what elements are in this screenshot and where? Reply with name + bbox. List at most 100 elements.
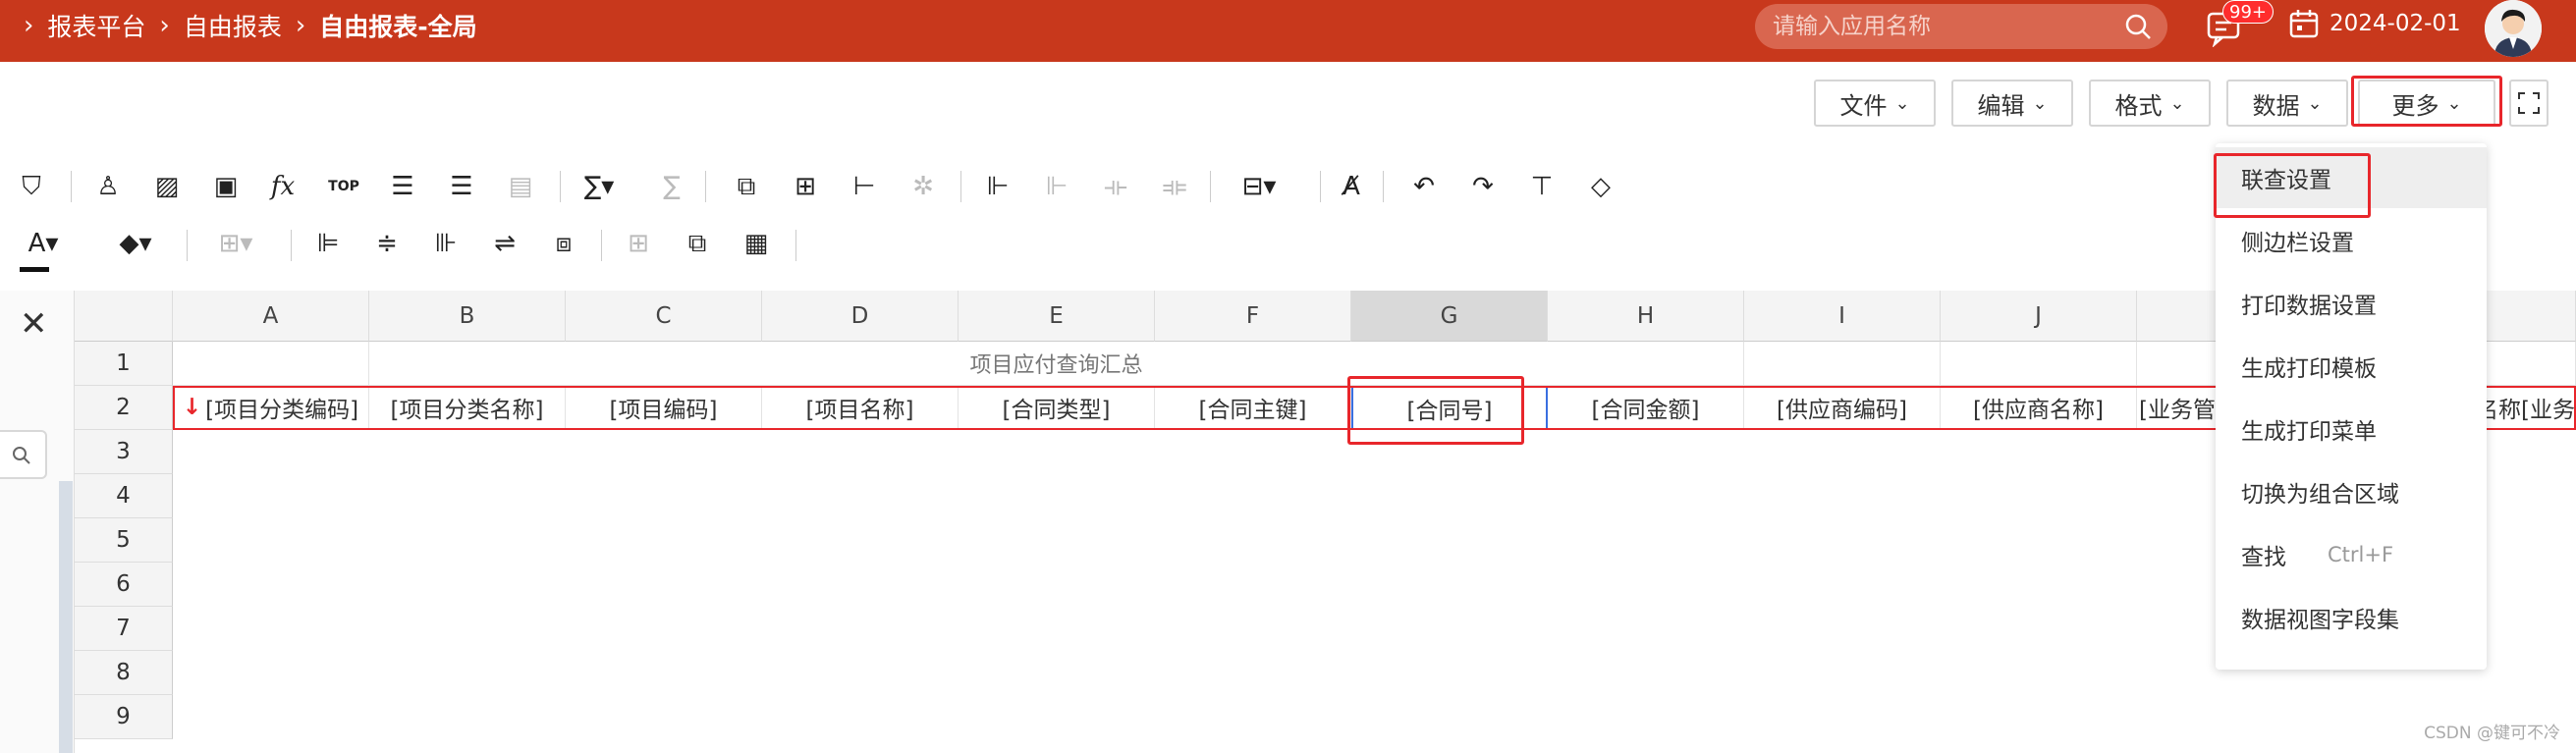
- wrap-text-icon[interactable]: ⇌: [485, 224, 524, 263]
- dropdown-item-print-data-settings[interactable]: 打印数据设置: [2216, 273, 2487, 334]
- row-header[interactable]: 1: [75, 342, 173, 386]
- align-left-icon[interactable]: ⊫: [308, 224, 348, 263]
- dropdown-item-generate-print-menu[interactable]: 生成打印菜单: [2216, 399, 2487, 459]
- column-header[interactable]: C: [566, 291, 762, 342]
- subtotal-icon[interactable]: ▤: [501, 167, 540, 206]
- dropdown-item-label: 生成打印菜单: [2241, 419, 2377, 445]
- group-rows-icon[interactable]: ☰: [383, 167, 422, 206]
- side-search-button[interactable]: [0, 430, 47, 479]
- toolbar-divider: [1383, 171, 1384, 202]
- unmerge-icon[interactable]: ⧉: [678, 224, 717, 263]
- dropdown-item-label: 切换为组合区域: [2241, 482, 2399, 508]
- copy-cell-icon[interactable]: ⧉: [727, 167, 766, 206]
- toolbar: ⛉ ♙ ▨ ▣ fx TOP ☰ ☰ ▤ ∑▾ ∑ ⧉ ⊞ ⊢ ✲ ⊩ ⊩ ⟛ …: [0, 159, 2576, 272]
- row-header[interactable]: 6: [75, 563, 173, 607]
- report-title-cell[interactable]: 项目应付查询汇总: [369, 342, 1744, 386]
- format-painter-icon[interactable]: ⊤: [1522, 167, 1562, 206]
- row-header[interactable]: 2: [75, 386, 173, 430]
- column-header[interactable]: I: [1744, 291, 1941, 342]
- highlight-selected-cell: [1347, 376, 1524, 445]
- layout-icon[interactable]: ⊞: [786, 167, 825, 206]
- toolbar-divider: [1210, 171, 1211, 202]
- fullscreen-button[interactable]: [2509, 80, 2549, 127]
- app-search-input[interactable]: [1773, 14, 2107, 39]
- dropdown-item-switch-combined-area[interactable]: 切换为组合区域: [2216, 461, 2487, 522]
- column-header[interactable]: A: [173, 291, 369, 342]
- grid-cell[interactable]: [1941, 342, 2137, 386]
- function-icon[interactable]: fx: [263, 167, 302, 206]
- group-rows-alt-icon[interactable]: ☰: [442, 167, 481, 206]
- dropdown-item-label: 数据视图字段集: [2241, 608, 2399, 633]
- clear-format-icon[interactable]: A̸: [1332, 167, 1371, 206]
- unfreeze-icon[interactable]: ⊩: [1037, 167, 1076, 206]
- dropdown-item-sidebar-settings[interactable]: 侧边栏设置: [2216, 210, 2487, 271]
- row-header[interactable]: 7: [75, 607, 173, 651]
- table-icon[interactable]: ▦: [737, 224, 776, 263]
- column-header[interactable]: B: [369, 291, 566, 342]
- column-header[interactable]: J: [1941, 291, 2137, 342]
- chevron-right-icon: ›: [159, 11, 170, 40]
- auto-fit-icon[interactable]: ⧈: [544, 224, 583, 263]
- menu-file-button[interactable]: 文件 ⌄: [1814, 80, 1936, 127]
- menu-label: 格式: [2114, 91, 2163, 120]
- dropdown-item-data-view-fieldset[interactable]: 数据视图字段集: [2216, 587, 2487, 648]
- menu-format-button[interactable]: 格式 ⌄: [2089, 80, 2211, 127]
- more-dropdown-menu: 联查设置 侧边栏设置 打印数据设置 生成打印模板 生成打印菜单 切换为组合区域 …: [2216, 143, 2487, 670]
- menu-edit-button[interactable]: 编辑 ⌄: [1951, 80, 2073, 127]
- row-header[interactable]: 8: [75, 651, 173, 695]
- chevron-down-icon: ⌄: [2032, 92, 2048, 114]
- breadcrumb-item-platform[interactable]: 报表平台: [47, 8, 145, 43]
- menu-label: 编辑: [1977, 91, 2025, 120]
- breadcrumb-item-free-report[interactable]: 自由报表: [184, 8, 282, 43]
- menu-label: 文件: [1839, 91, 1888, 120]
- row-header[interactable]: 4: [75, 474, 173, 518]
- chevron-down-icon: ⌄: [2307, 92, 2323, 114]
- user-avatar-icon: [2485, 0, 2542, 57]
- align-center-icon[interactable]: ≑: [367, 224, 407, 263]
- align-right-icon[interactable]: ⊪: [426, 224, 466, 263]
- filter-icon[interactable]: ⛉: [12, 167, 51, 206]
- column-header[interactable]: D: [762, 291, 959, 342]
- sum-clear-icon[interactable]: ∑: [652, 167, 691, 206]
- dropdown-item-find[interactable]: 查找 Ctrl+F: [2216, 524, 2487, 585]
- image-icon[interactable]: ▨: [147, 167, 187, 206]
- split-icon[interactable]: ⟛: [1096, 167, 1135, 206]
- row-header[interactable]: 5: [75, 518, 173, 563]
- border-icon[interactable]: ⊞▾: [206, 224, 265, 263]
- dropdown-item-label: 生成打印模板: [2241, 356, 2377, 382]
- menu-data-button[interactable]: 数据 ⌄: [2226, 80, 2348, 127]
- close-icon[interactable]: ✕: [20, 304, 48, 344]
- column-header[interactable]: F: [1155, 291, 1351, 342]
- chevron-right-icon: ›: [24, 11, 34, 40]
- column-header[interactable]: H: [1548, 291, 1744, 342]
- column-header-selected[interactable]: G: [1351, 291, 1548, 342]
- tree-icon[interactable]: ⊢: [845, 167, 884, 206]
- freeze-icon[interactable]: ⊩: [978, 167, 1017, 206]
- app-search-box[interactable]: [1755, 4, 2167, 49]
- grid-cell[interactable]: [1744, 342, 1941, 386]
- undo-icon[interactable]: ↶: [1404, 167, 1444, 206]
- avatar[interactable]: [2485, 0, 2542, 57]
- dropdown-item-generate-print-template[interactable]: 生成打印模板: [2216, 336, 2487, 397]
- unsplit-icon[interactable]: ⟚: [1155, 167, 1194, 206]
- column-width-icon[interactable]: ⊟▾: [1230, 167, 1288, 206]
- top-n-icon[interactable]: TOP: [324, 167, 363, 206]
- side-scrollbar[interactable]: [59, 481, 73, 753]
- eraser-icon[interactable]: ◇: [1581, 167, 1620, 206]
- link-nodes-icon[interactable]: ✲: [904, 167, 943, 206]
- fill-color-icon[interactable]: ◆▾: [106, 224, 165, 263]
- font-color-icon[interactable]: A▾: [14, 224, 73, 263]
- sum-icon[interactable]: ∑▾: [579, 167, 619, 206]
- search-icon[interactable]: [2124, 13, 2152, 40]
- corner-cell[interactable]: [75, 291, 173, 342]
- row-header[interactable]: 3: [75, 430, 173, 474]
- redo-icon[interactable]: ↷: [1463, 167, 1503, 206]
- chevron-down-icon: ⌄: [2169, 92, 2185, 114]
- row-header[interactable]: 9: [75, 695, 173, 739]
- toolbar-divider: [705, 171, 706, 202]
- person-icon[interactable]: ♙: [88, 167, 128, 206]
- merge-icon[interactable]: ⊞: [619, 224, 658, 263]
- chart-image-icon[interactable]: ▣: [206, 167, 246, 206]
- grid-cell[interactable]: [173, 342, 369, 386]
- column-header[interactable]: E: [959, 291, 1155, 342]
